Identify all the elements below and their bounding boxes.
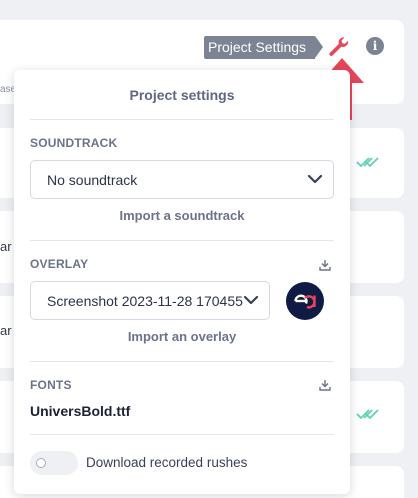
project-settings-popover: Project settings SOUNDTRACK No soundtrac… (14, 70, 350, 494)
overlay-select-value: Screenshot 2023-11-28 170455 (47, 293, 243, 309)
toggle-knob (36, 458, 46, 468)
soundtrack-select[interactable]: No soundtrack (30, 160, 334, 199)
import-soundtrack-link[interactable]: Import a soundtrack (14, 208, 350, 223)
double-check-icon (356, 157, 379, 168)
soundtrack-label: SOUNDTRACK (30, 136, 118, 150)
import-overlay-link[interactable]: Import an overlay (14, 329, 350, 344)
divider (30, 240, 334, 241)
project-settings-tooltip: Project Settings (204, 36, 323, 59)
divider (30, 361, 334, 362)
download-icon[interactable] (319, 259, 331, 271)
chevron-down-icon (307, 174, 323, 184)
overlay-logo-icon (294, 294, 316, 309)
chevron-down-icon (243, 295, 259, 305)
background-text-fragment: ar (0, 239, 12, 254)
info-icon[interactable]: i (366, 37, 384, 55)
divider (30, 434, 334, 435)
soundtrack-select-value: No soundtrack (47, 172, 138, 188)
overlay-select[interactable]: Screenshot 2023-11-28 170455 (30, 281, 270, 320)
wrench-icon[interactable] (327, 35, 351, 57)
overlay-label: OVERLAY (30, 257, 89, 271)
popover-title: Project settings (129, 87, 235, 103)
fonts-label: FONTS (30, 378, 72, 392)
double-check-icon (356, 409, 379, 420)
download-rushes-toggle[interactable] (30, 451, 78, 475)
overlay-thumbnail (286, 282, 324, 320)
background-text-fragment: ar (0, 323, 12, 338)
divider (30, 119, 334, 120)
download-icon[interactable] (319, 379, 331, 391)
font-file-name: UniversBold.ttf (30, 403, 131, 419)
download-rushes-label: Download recorded rushes (86, 455, 248, 470)
